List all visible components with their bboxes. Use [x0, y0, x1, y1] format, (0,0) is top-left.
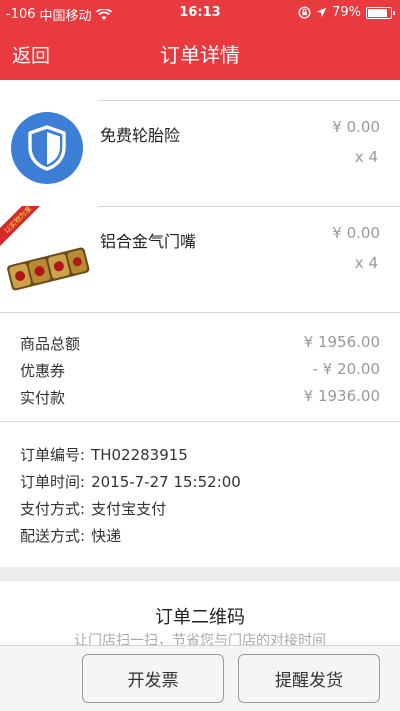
summary-label: 优惠券	[20, 362, 66, 380]
summary-label: 实付款	[20, 389, 66, 407]
summary-row: 商品总额 ¥ 1956.00	[20, 333, 380, 357]
item-quantity: x 4	[354, 148, 378, 166]
summary-label: 商品总额	[20, 335, 81, 353]
divider	[98, 206, 400, 207]
info-row: 支付方式: 支付宝支付	[20, 498, 172, 519]
battery-icon	[366, 6, 395, 19]
info-row: 订单时间: 2015-7-27 15:52:00	[20, 471, 247, 492]
item-price: ¥ 0.00	[332, 224, 380, 242]
info-label: 订单编号:	[20, 446, 86, 464]
summary-row: 实付款 ¥ 1936.00	[20, 387, 380, 411]
order-item[interactable]: 以实物为准 铝合金气门嘴 ¥ 0.00 x 4	[0, 205, 400, 312]
info-value: 支付宝支付	[91, 500, 167, 518]
info-row: 订单编号: TH02283915	[20, 444, 194, 465]
order-item[interactable]: 免费轮胎险 ¥ 0.00 x 4	[0, 100, 400, 206]
nav-bar: 返回 订单详情	[0, 26, 400, 80]
page-title: 订单详情	[160, 43, 240, 67]
summary-row: 优惠券 - ¥ 20.00	[20, 360, 380, 384]
shield-icon	[11, 112, 83, 184]
item-name: 免费轮胎险	[100, 126, 181, 145]
valve-product-image: 以实物为准	[0, 205, 92, 296]
rotation-lock-icon	[298, 6, 311, 19]
item-price: ¥ 0.00	[332, 118, 380, 136]
invoice-button[interactable]: 开发票	[82, 654, 224, 703]
info-value: 快递	[91, 527, 122, 545]
order-info: 订单编号: TH02283915 订单时间: 2015-7-27 15:52:00 …	[0, 421, 400, 567]
remind-shipping-button[interactable]: 提醒发货	[238, 654, 380, 703]
battery-percent: 79%	[332, 5, 361, 20]
info-value: TH02283915	[91, 446, 188, 464]
qr-title: 订单二维码	[155, 607, 245, 628]
bottom-action-bar: 开发票 提醒发货	[0, 645, 400, 711]
summary-value: - ¥ 20.00	[312, 360, 380, 378]
summary-value: ¥ 1956.00	[303, 333, 380, 351]
status-right: 79%	[298, 5, 395, 20]
info-label: 订单时间:	[20, 473, 86, 491]
info-label: 配送方式:	[20, 527, 86, 545]
location-arrow-icon	[316, 7, 327, 18]
info-row: 配送方式: 快递	[20, 525, 127, 546]
top-spacer	[0, 80, 400, 100]
item-quantity: x 4	[354, 254, 378, 272]
info-value: 2015-7-27 15:52:00	[91, 473, 241, 491]
status-bar: -106 中国移动 16:13 79%	[0, 0, 400, 26]
info-label: 支付方式:	[20, 500, 86, 518]
item-name: 铝合金气门嘴	[100, 232, 197, 251]
section-gap	[0, 567, 400, 581]
price-summary: 商品总额 ¥ 1956.00 优惠券 - ¥ 20.00 实付款 ¥ 1936.…	[0, 312, 400, 420]
summary-value: ¥ 1936.00	[303, 387, 380, 405]
divider	[98, 100, 400, 101]
